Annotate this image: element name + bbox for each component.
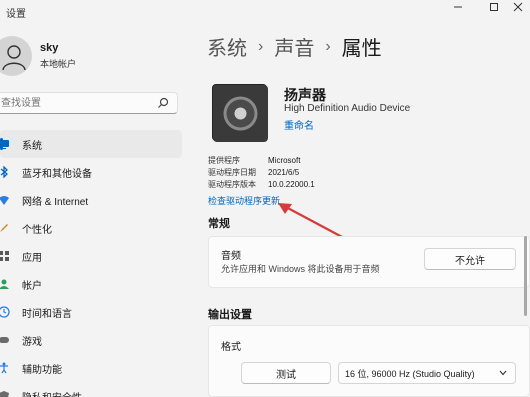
sidebar-item-system[interactable]: 系统 — [0, 130, 182, 158]
sidebar-item-label: 系统 — [22, 140, 42, 152]
sidebar-item-label: 个性化 — [22, 224, 52, 236]
property-row: 驱动程序日期 2021/6/5 — [208, 167, 315, 179]
output-section-title: 输出设置 — [208, 309, 252, 321]
device-image — [212, 84, 268, 142]
property-value: Microsoft — [268, 156, 301, 165]
property-row: 提供程序 Microsoft — [208, 155, 315, 167]
time-language-icon — [0, 306, 10, 318]
breadcrumb-separator: › — [258, 37, 264, 55]
user-name: sky — [40, 42, 59, 54]
sidebar-item-gaming[interactable]: 游戏 — [0, 326, 182, 354]
sidebar-item-accessibility[interactable]: 辅助功能 — [0, 354, 182, 382]
search-input[interactable] — [0, 93, 155, 113]
sidebar-item-label: 帐户 — [22, 280, 42, 292]
property-label: 驱动程序日期 — [208, 168, 256, 177]
property-row: 驱动程序版本 10.0.22000.1 — [208, 179, 315, 191]
format-card: 格式 测试 16 位, 96000 Hz (Studio Quality) — [208, 325, 530, 397]
page-title: 属性 — [341, 38, 382, 60]
network-icon — [0, 196, 9, 205]
breadcrumb-system[interactable]: 系统 — [207, 32, 247, 61]
general-section-title: 常规 — [208, 218, 230, 230]
format-select[interactable]: 16 位, 96000 Hz (Studio Quality) — [338, 362, 516, 384]
format-label: 格式 — [221, 342, 241, 353]
disallow-button[interactable]: 不允许 — [424, 248, 516, 270]
format-value: 16 位, 96000 Hz (Studio Quality) — [345, 368, 475, 379]
sidebar-item-privacy[interactable]: 隐私和安全性 — [0, 382, 182, 397]
sidebar-item-apps[interactable]: 应用 — [0, 242, 182, 270]
accounts-icon — [0, 279, 9, 289]
sidebar-item-personalization[interactable]: 个性化 — [0, 214, 182, 242]
breadcrumb: 系统 › 声音 › 属性 — [207, 32, 382, 61]
breadcrumb-sound[interactable]: 声音 — [274, 32, 314, 61]
device-name: 扬声器 — [284, 87, 326, 103]
property-label: 提供程序 — [208, 156, 240, 165]
sidebar-item-label: 游戏 — [22, 336, 42, 348]
breadcrumb-separator: › — [325, 37, 331, 55]
close-icon[interactable] — [500, 0, 530, 14]
scrollbar[interactable] — [524, 236, 527, 316]
title-bar: 设置 — [0, 0, 530, 24]
app-title: 设置 — [6, 9, 26, 20]
sidebar-item-label: 网络 & Internet — [22, 196, 89, 208]
bluetooth-icon — [0, 166, 8, 178]
sidebar-item-bluetooth[interactable]: 蓝牙和其他设备 — [0, 158, 182, 186]
device-description: High Definition Audio Device — [284, 103, 411, 114]
chevron-down-icon — [499, 370, 507, 376]
property-label: 驱动程序版本 — [208, 180, 256, 189]
personalization-icon — [0, 224, 8, 232]
property-value: 10.0.22000.1 — [268, 180, 315, 189]
sidebar-item-network[interactable]: 网络 & Internet — [0, 186, 182, 214]
search-icon[interactable] — [157, 97, 169, 109]
sidebar-item-accounts[interactable]: 帐户 — [0, 270, 182, 298]
sidebar-nav: 系统 蓝牙和其他设备 网络 & Internet 个性化 应用 帐户 时间和语言… — [0, 130, 182, 397]
avatar — [0, 36, 32, 76]
rename-link[interactable]: 重命名 — [284, 117, 314, 132]
user-icon — [2, 45, 26, 71]
audio-description: 允许应用和 Windows 将此设备用于音频 — [221, 264, 380, 274]
sidebar-item-label: 蓝牙和其他设备 — [22, 168, 92, 180]
audio-card: 音频 允许应用和 Windows 将此设备用于音频 不允许 — [208, 236, 530, 288]
account-type: 本地帐户 — [40, 59, 77, 69]
sidebar-item-label: 时间和语言 — [22, 308, 72, 320]
search-box[interactable] — [0, 92, 178, 114]
gaming-icon — [0, 337, 9, 343]
apps-icon — [0, 251, 9, 261]
system-icon — [0, 140, 9, 149]
sidebar-item-label: 应用 — [22, 252, 42, 264]
audio-title: 音频 — [221, 251, 241, 262]
speaker-icon — [213, 85, 268, 142]
accessibility-icon — [0, 362, 8, 374]
sidebar-item-label: 辅助功能 — [22, 364, 62, 376]
sidebar-item-time-language[interactable]: 时间和语言 — [0, 298, 182, 326]
driver-properties: 提供程序 Microsoft 驱动程序日期 2021/6/5 驱动程序版本 10… — [208, 155, 315, 191]
minimize-icon[interactable] — [440, 0, 476, 14]
property-value: 2021/6/5 — [268, 168, 300, 177]
user-profile[interactable]: sky 本地帐户 — [0, 30, 200, 80]
sidebar-item-label: 隐私和安全性 — [22, 389, 82, 397]
privacy-icon — [0, 391, 9, 397]
test-button[interactable]: 测试 — [241, 362, 331, 384]
